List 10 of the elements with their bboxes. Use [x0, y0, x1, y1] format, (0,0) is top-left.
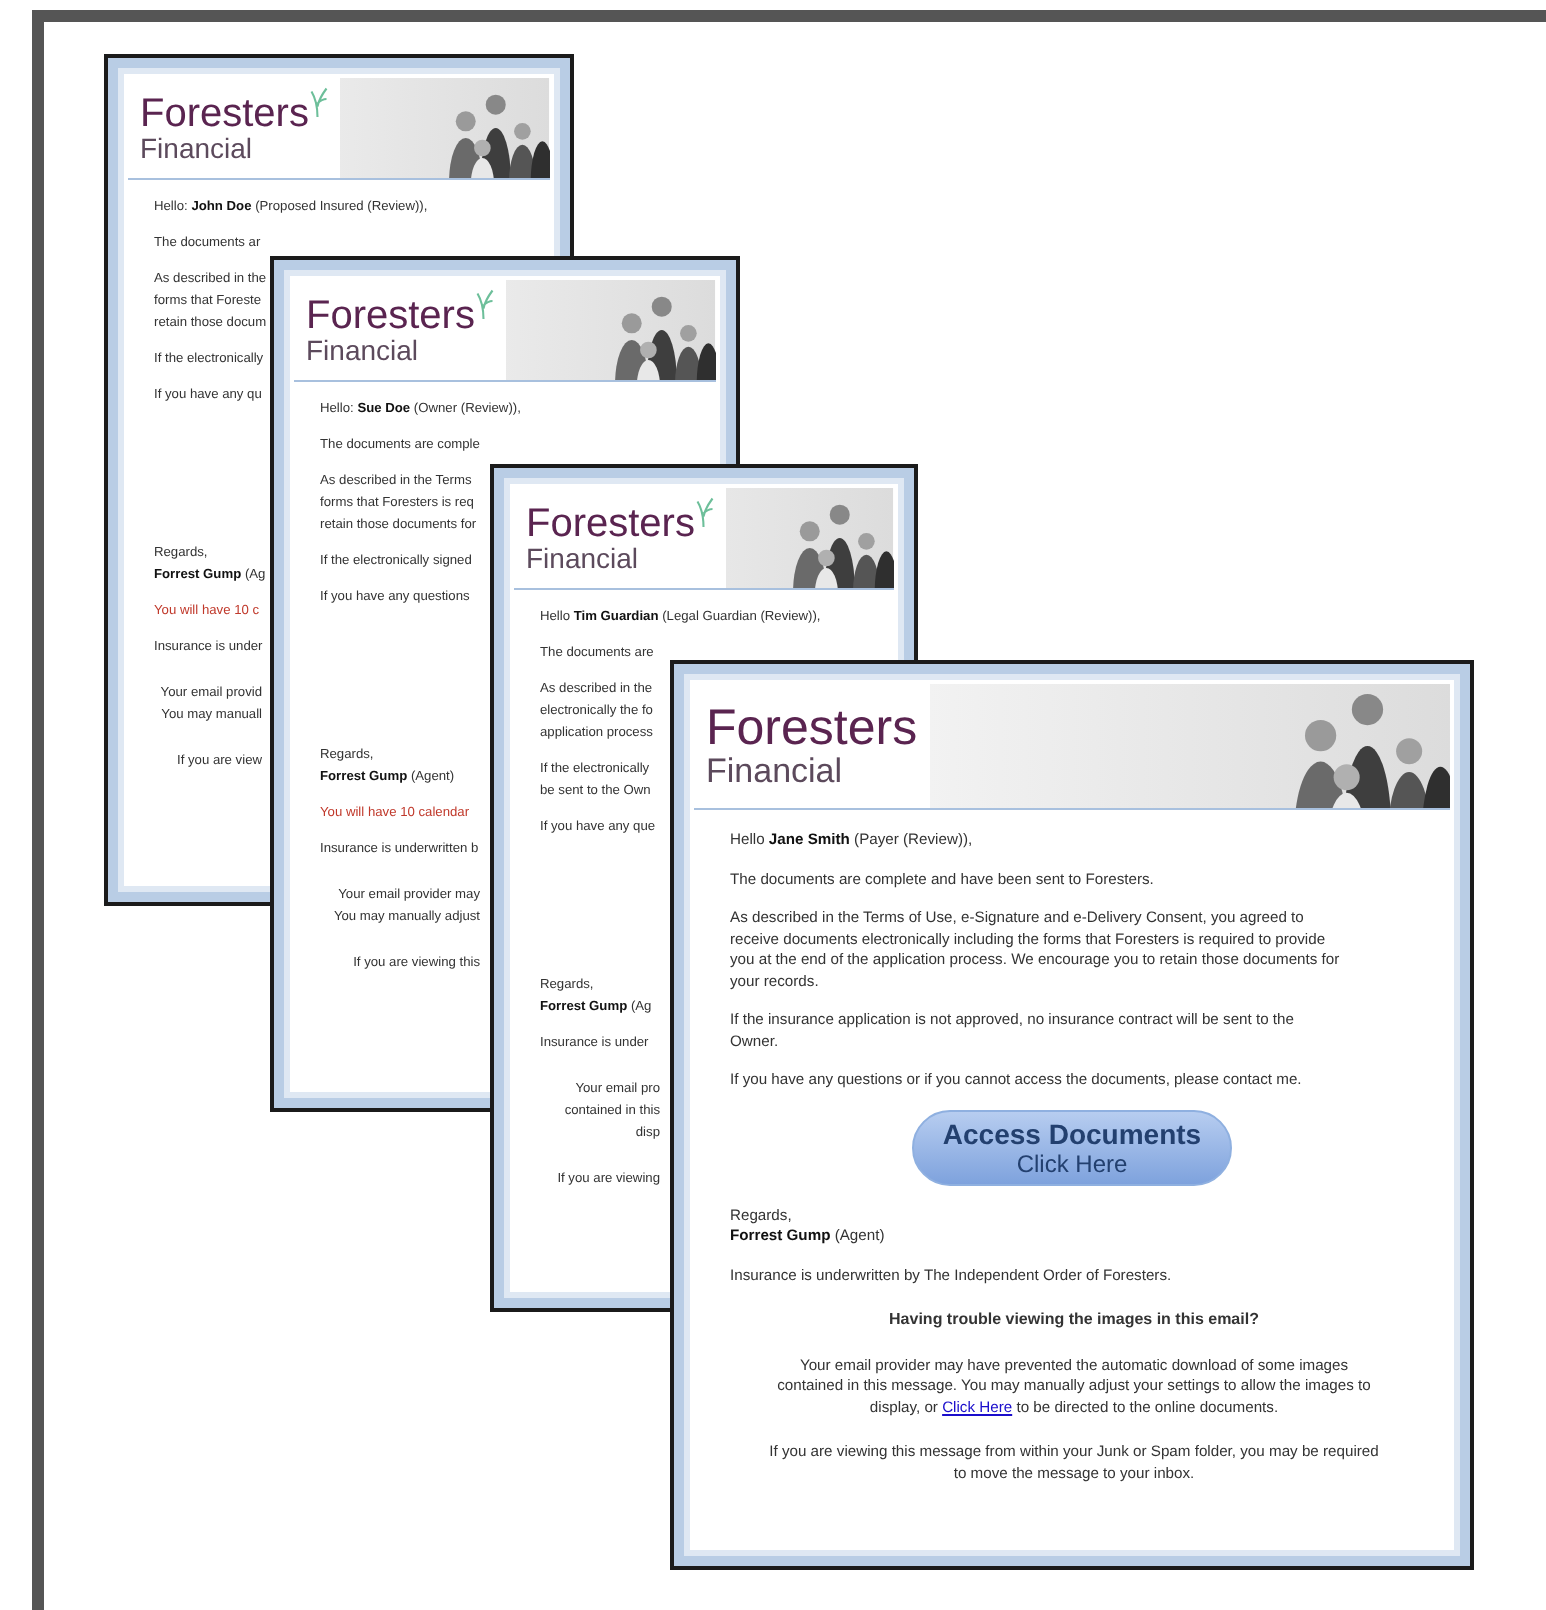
brand-subtitle: Financial	[526, 543, 641, 573]
brand-name: Foresters	[306, 295, 475, 335]
brand-subtitle: Financial	[306, 335, 421, 365]
access-documents-button[interactable]: Access Documents Click Here	[912, 1109, 1232, 1185]
brand-name: Foresters	[706, 702, 918, 754]
help-heading: Having trouble viewing the images in this email?	[887, 1310, 1261, 1331]
brand-name: Foresters	[140, 93, 309, 133]
brand-name: Foresters	[526, 503, 695, 543]
brand-subtitle: Financial	[706, 754, 845, 790]
brand-subtitle: Financial	[140, 133, 255, 163]
